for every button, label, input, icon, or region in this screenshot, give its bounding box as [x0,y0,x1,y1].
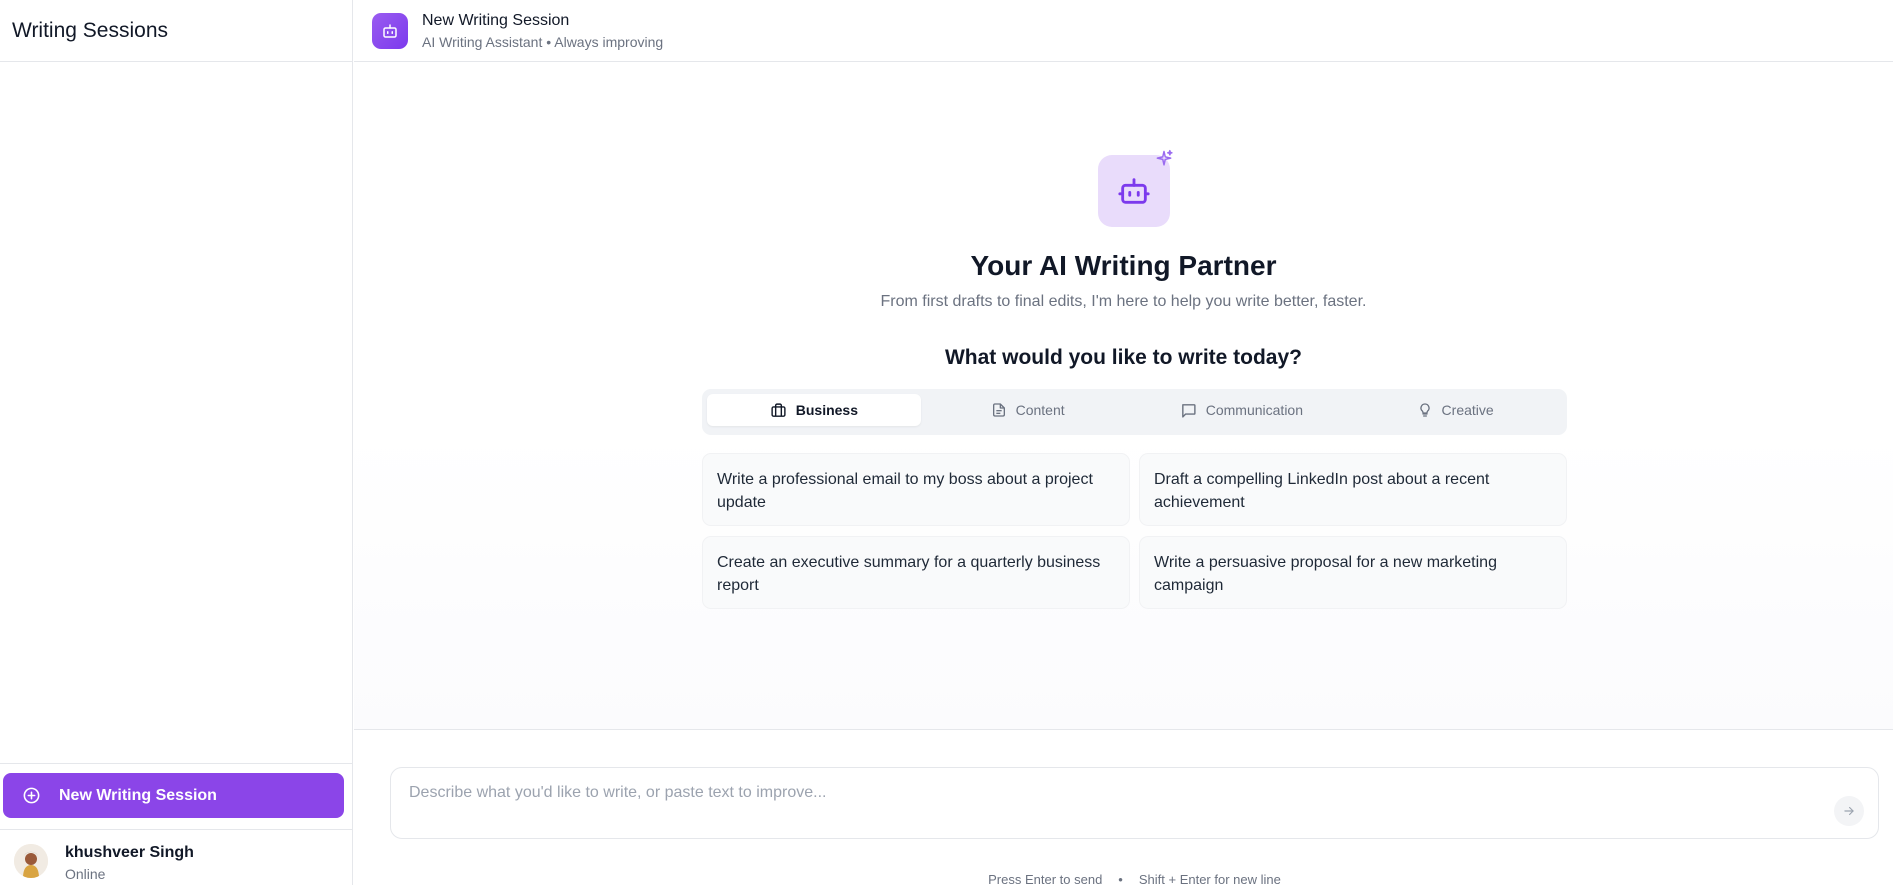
suggestion-card[interactable]: Write a persuasive proposal for a new ma… [1139,536,1567,609]
user-status: Online [65,866,106,882]
sidebar: Writing Sessions New Writing Session khu… [0,0,353,885]
user-name: khushveer Singh [65,844,194,861]
hint-newline: Shift + Enter for new line [1138,872,1281,885]
hint-send: Press Enter to send [988,872,1103,885]
lightbulb-icon [1419,403,1430,417]
user-profile[interactable]: khushveer Singh Online [0,829,352,885]
arrow-right-icon [1844,806,1854,816]
assistant-bot-icon [372,12,408,49]
tab-label: Creative [1441,402,1494,418]
header-text: New Writing Session AI Writing Assistant… [422,12,663,50]
hero-subtitle: From first drafts to final edits, I'm he… [880,293,1367,310]
category-tabs: Business Content Communication Creative [702,389,1567,435]
tab-label: Content [1015,402,1065,418]
sidebar-footer: New Writing Session khushveer Singh Onli… [0,763,352,885]
suggestion-card[interactable]: Create an executive summary for a quarte… [702,536,1130,609]
new-writing-session-button[interactable]: New Writing Session [3,773,344,818]
sparkle-icon [1156,149,1173,166]
suggestion-card[interactable]: Write a professional email to my boss ab… [702,453,1130,526]
briefcase-icon [771,402,786,417]
message-composer [390,767,1879,839]
new-session-container: New Writing Session [0,763,352,829]
hero-title: Your AI Writing Partner [970,250,1277,281]
sidebar-header: Writing Sessions [0,0,352,62]
session-title: New Writing Session [422,11,570,29]
tab-content[interactable]: Content [921,394,1135,426]
document-icon [992,403,1005,417]
prompt-question: What would you like to write today? [944,346,1302,369]
user-info: khushveer Singh Online [65,844,194,882]
tab-communication[interactable]: Communication [1135,394,1349,426]
user-avatar-icon [14,844,48,878]
chat-header: New Writing Session AI Writing Assistant… [354,0,1893,62]
hint-separator: • [1118,872,1123,885]
suggestion-card[interactable]: Draft a compelling LinkedIn post about a… [1139,453,1567,526]
chat-bubble-icon [1181,403,1196,418]
tab-business[interactable]: Business [707,394,921,426]
sidebar-title: Writing Sessions [12,18,169,42]
suggestion-grid: Write a professional email to my boss ab… [702,453,1567,609]
session-subtitle: AI Writing Assistant • Always improving [422,33,664,50]
message-input[interactable] [409,784,1789,802]
send-button[interactable] [1834,796,1864,826]
tab-label: Communication [1205,402,1303,418]
tab-label: Business [795,402,858,418]
tab-creative[interactable]: Creative [1348,394,1562,426]
main-panel: Your AI Writing Partner From first draft… [354,63,1893,730]
plus-circle-icon [23,787,40,804]
new-session-label: New Writing Session [59,786,217,804]
keyboard-hints: Press Enter to send • Shift + Enter for ne… [390,872,1879,885]
avatar [14,844,48,878]
